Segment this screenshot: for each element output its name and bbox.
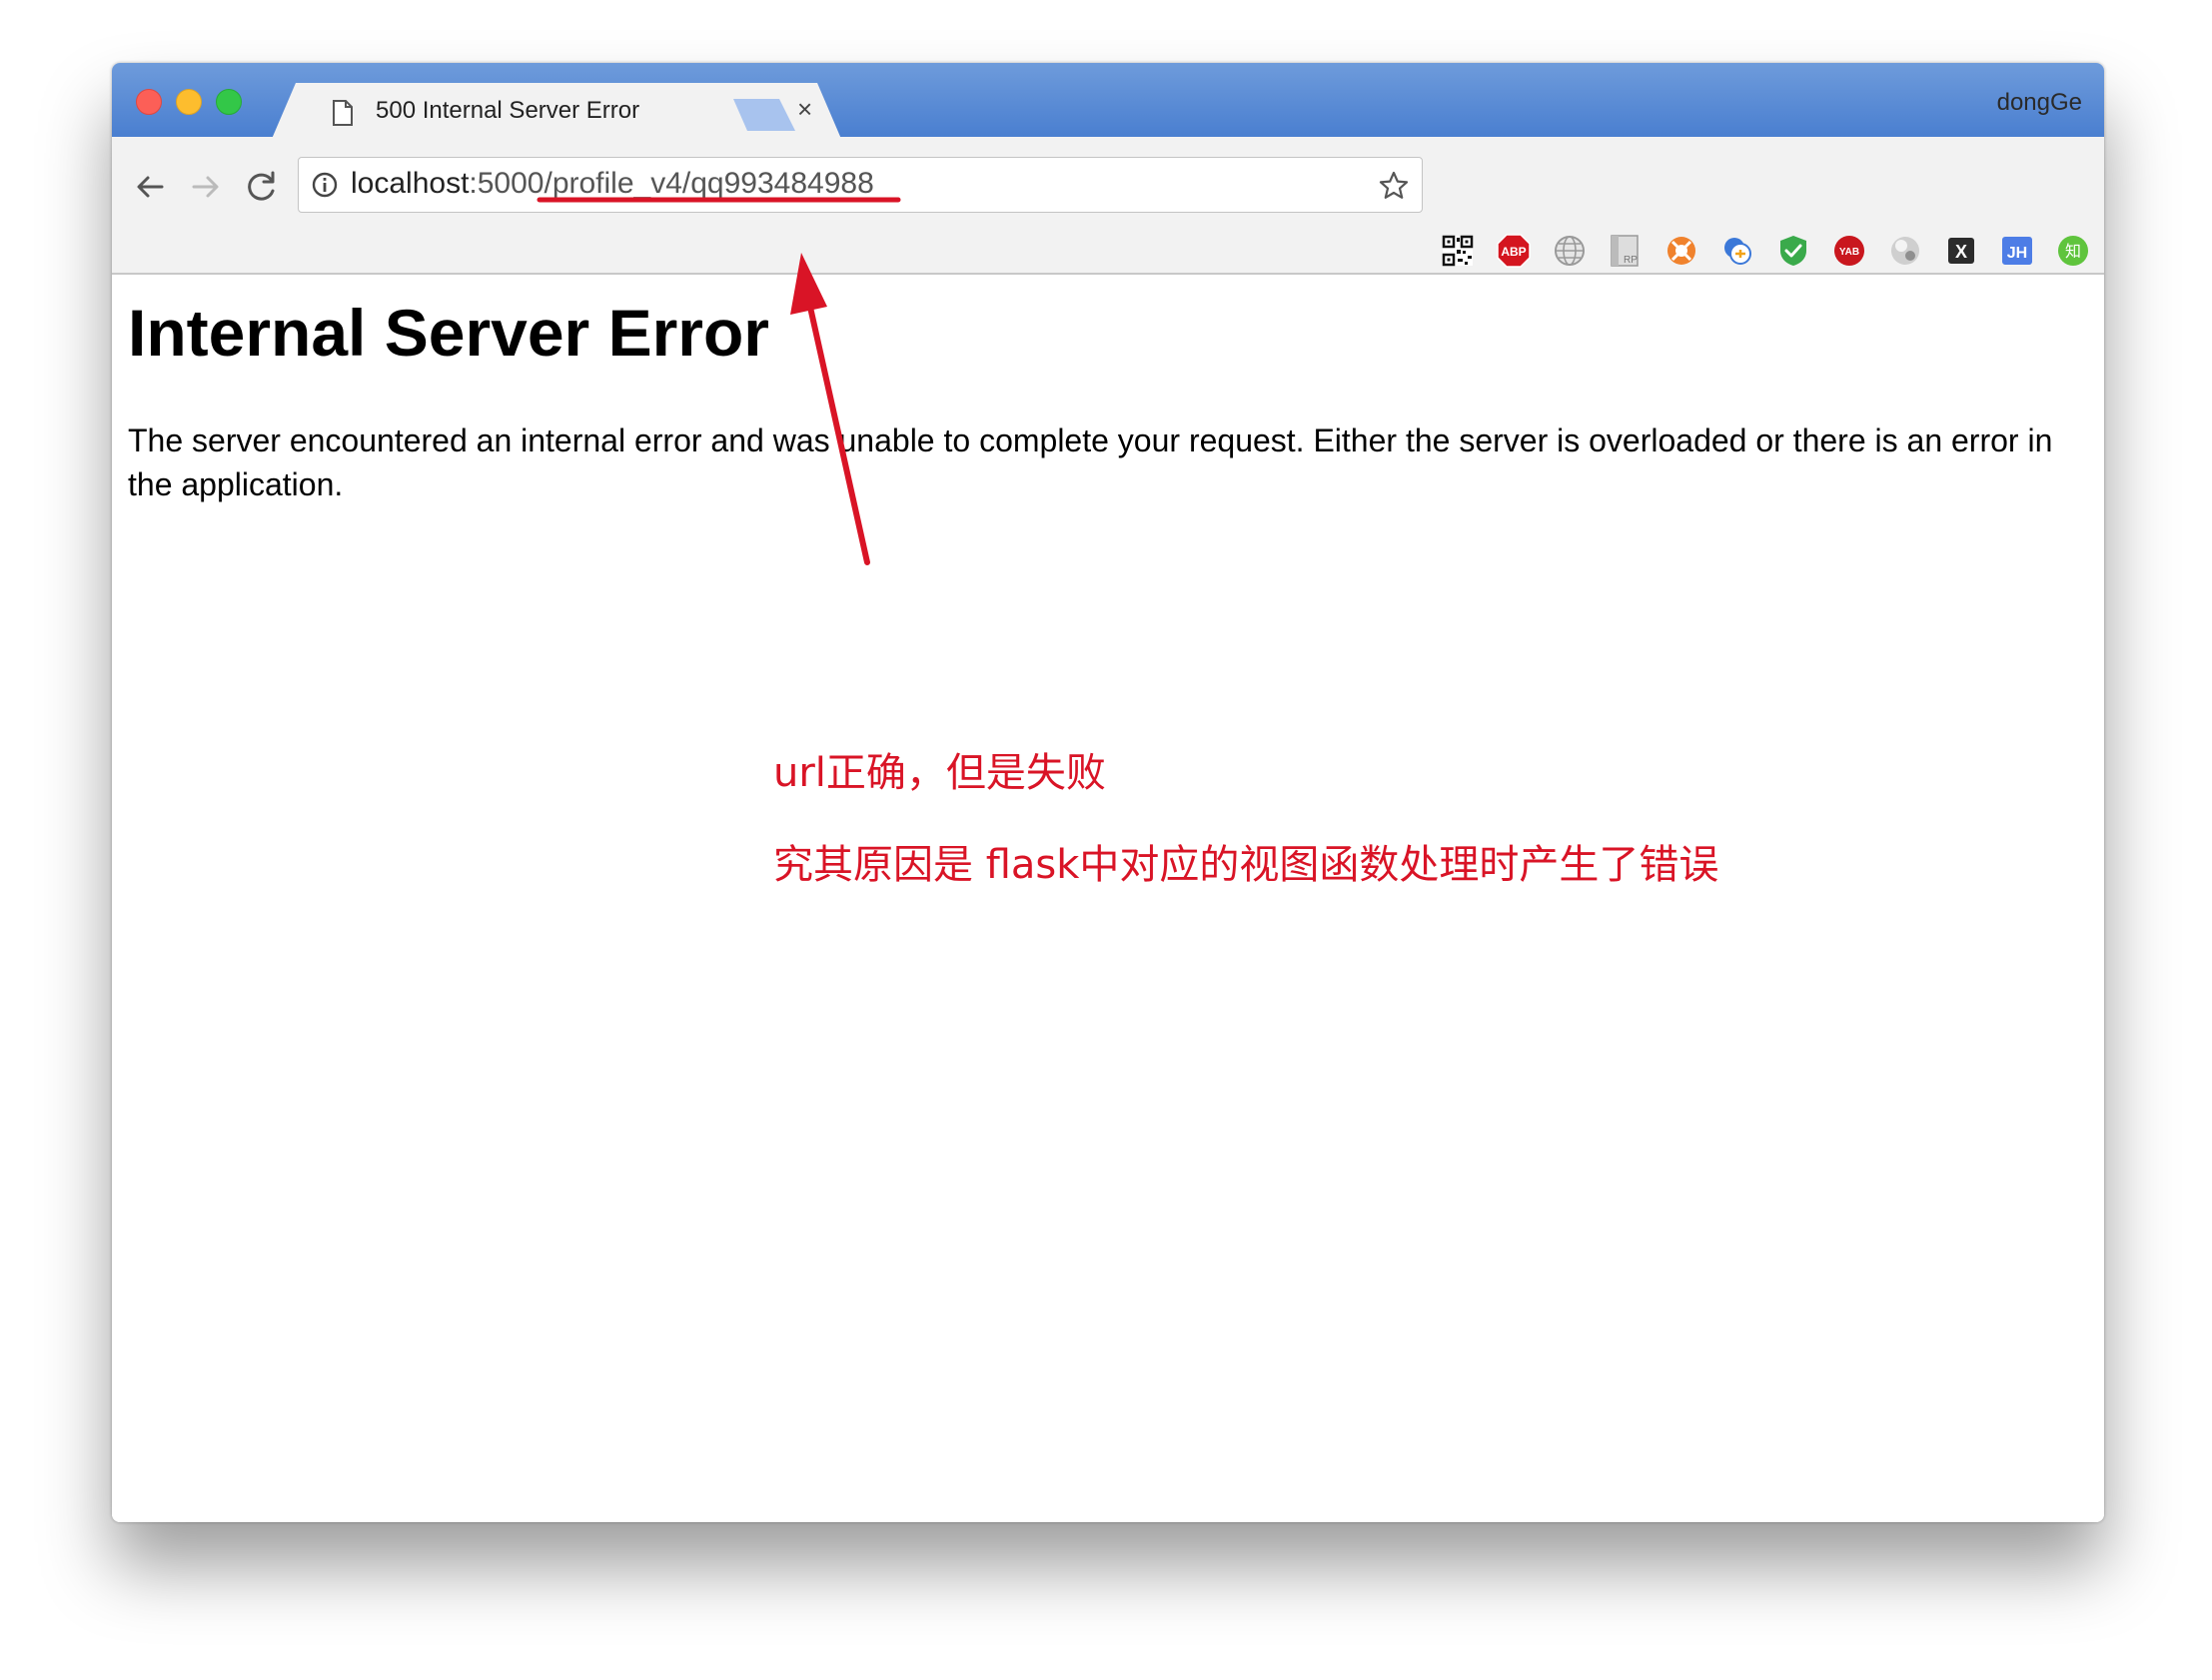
- adblock-octagon: ABP: [1497, 234, 1531, 268]
- globe-icon[interactable]: [1553, 234, 1587, 268]
- translate-glyph: [1724, 238, 1751, 265]
- ball-icon[interactable]: [1888, 234, 1922, 268]
- zhihu-glyph: 知: [2058, 236, 2088, 266]
- url-path: :5000/profile_v4/qq993484988: [469, 167, 874, 200]
- profile-name[interactable]: dongGe: [1997, 89, 2082, 117]
- title-bar: 500 Internal Server Error × dongGe: [112, 63, 2104, 139]
- yab-glyph: YAB: [1834, 236, 1864, 266]
- adblock-plus-icon[interactable]: ABP: [1497, 234, 1531, 268]
- bookmark-star-icon[interactable]: [1378, 170, 1410, 202]
- jh-glyph: JH: [2002, 237, 2032, 265]
- zoom-window-button[interactable]: [216, 89, 242, 115]
- qr-code-glyph: [1442, 235, 1474, 267]
- back-arrow-icon[interactable]: [130, 167, 170, 207]
- info-icon[interactable]: [311, 171, 339, 199]
- document-icon: [333, 100, 353, 126]
- svg-text:RP: RP: [1624, 255, 1638, 266]
- reload-icon[interactable]: [242, 167, 282, 207]
- jh-label: JH: [2007, 245, 2027, 262]
- shield-glyph: [1780, 236, 1806, 266]
- close-window-button[interactable]: [136, 89, 162, 115]
- minimize-window-button[interactable]: [176, 89, 202, 115]
- browser-window: 500 Internal Server Error × dongGe local…: [112, 63, 2104, 1522]
- lifebuoy-icon[interactable]: [1664, 234, 1698, 268]
- tab-close-icon[interactable]: ×: [797, 95, 812, 123]
- url-text[interactable]: localhost:5000/profile_v4/qq993484988: [351, 167, 874, 201]
- globe-glyph: [1555, 236, 1585, 266]
- forward-arrow-icon[interactable]: [186, 167, 226, 207]
- lifebuoy-glyph: [1667, 237, 1695, 265]
- page-content: Internal Server Error The server encount…: [112, 275, 2104, 1522]
- adblock-label: ABP: [1501, 245, 1526, 259]
- yab-icon[interactable]: YAB: [1832, 234, 1866, 268]
- error-heading: Internal Server Error: [128, 296, 769, 370]
- x-icon[interactable]: X: [1944, 234, 1978, 268]
- x-label: X: [1955, 242, 1967, 262]
- tab-title: 500 Internal Server Error: [376, 97, 640, 124]
- yab-label: YAB: [1839, 247, 1859, 258]
- toolbar: localhost:5000/profile_v4/qq993484988 AB…: [112, 137, 2104, 275]
- url-host: localhost: [351, 167, 470, 200]
- jh-icon[interactable]: JH: [2000, 234, 2034, 268]
- ball-glyph: [1891, 237, 1919, 265]
- rp-icon[interactable]: RP: [1609, 234, 1643, 268]
- error-message: The server encountered an internal error…: [128, 422, 2053, 502]
- qr-code-icon[interactable]: [1441, 234, 1475, 268]
- annotation-url-correct: url正确，但是失败: [773, 750, 1106, 796]
- x-glyph: X: [1948, 238, 1974, 264]
- annotation-reason: 究其原因是 flask中对应的视图函数处理时产生了错误: [773, 842, 1719, 888]
- translate-icon[interactable]: [1720, 234, 1754, 268]
- zhihu-icon[interactable]: 知: [2056, 234, 2090, 268]
- shield-check-icon[interactable]: [1776, 234, 1810, 268]
- zhihu-label: 知: [2065, 242, 2081, 261]
- address-bar[interactable]: localhost:5000/profile_v4/qq993484988: [298, 157, 1423, 213]
- rp-glyph: RP: [1611, 235, 1639, 267]
